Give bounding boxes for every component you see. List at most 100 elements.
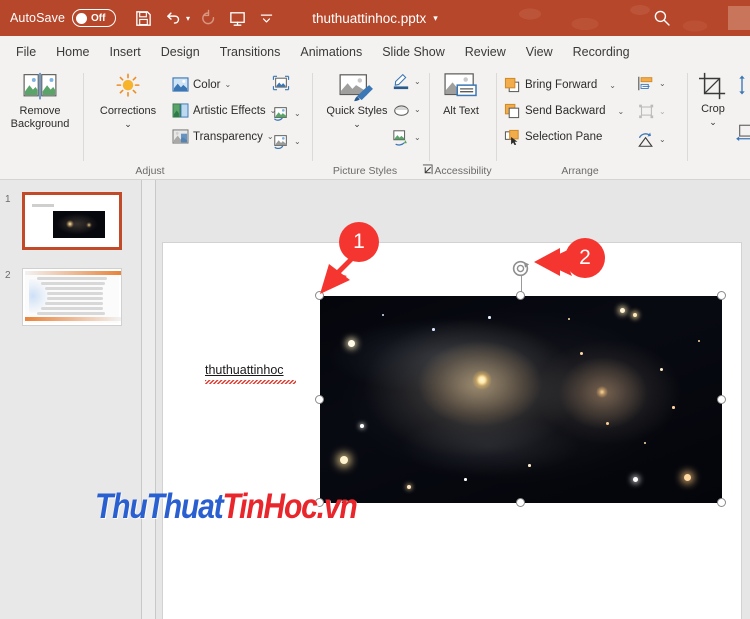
star: [672, 406, 675, 409]
color-caret[interactable]: ⌄: [224, 80, 231, 89]
picture-layout-icon: [393, 130, 407, 146]
rotate-icon: [638, 132, 653, 147]
slide-thumbnail-pane[interactable]: 1 2: [0, 180, 142, 619]
picture-layout-button[interactable]: ⌄: [392, 129, 421, 146]
color-button[interactable]: Color ⌄: [172, 77, 231, 92]
resize-handle-bottom-right[interactable]: [717, 498, 726, 507]
corrections-button[interactable]: Corrections ⌄: [92, 72, 164, 130]
remove-background-button[interactable]: Remove Background: [4, 72, 76, 130]
tab-animations[interactable]: Animations: [290, 41, 372, 63]
resize-handle-middle-left[interactable]: [315, 395, 324, 404]
tab-view[interactable]: View: [516, 41, 563, 63]
bring-forward-caret[interactable]: ⌄: [609, 81, 616, 90]
rotate-objects-button[interactable]: ⌄: [637, 131, 666, 148]
selection-pane-label: Selection Pane: [525, 131, 603, 143]
picture-layout-caret[interactable]: ⌄: [414, 133, 421, 142]
resize-handle-top-center[interactable]: [516, 291, 525, 300]
tab-file[interactable]: File: [6, 41, 46, 63]
undo-icon[interactable]: [159, 5, 185, 31]
align-caret[interactable]: ⌄: [659, 79, 666, 88]
artistic-effects-button[interactable]: Artistic Effects ⌄: [172, 103, 276, 118]
picture-border-button[interactable]: ⌄: [392, 73, 421, 90]
remove-background-icon: [23, 72, 57, 100]
quick-styles-caret[interactable]: ⌄: [353, 118, 361, 131]
reset-picture-caret[interactable]: ⌄: [294, 137, 301, 146]
crop-label: Crop: [701, 103, 725, 115]
crop-caret[interactable]: ⌄: [709, 116, 717, 129]
autosave-label: AutoSave: [10, 11, 66, 25]
resize-handle-bottom-center[interactable]: [516, 498, 525, 507]
send-backward-caret[interactable]: ⌄: [618, 107, 625, 116]
document-title[interactable]: thuthuattinhoc.pptx: [312, 11, 426, 26]
change-picture-button[interactable]: ⌄: [272, 105, 301, 121]
picture-effects-button[interactable]: ⌄: [392, 101, 421, 118]
align-objects-button[interactable]: ⌄: [637, 75, 666, 92]
rotate-caret[interactable]: ⌄: [659, 135, 666, 144]
rotation-handle[interactable]: [510, 258, 531, 279]
alt-text-button[interactable]: Alt Text: [427, 72, 495, 118]
tab-review[interactable]: Review: [455, 41, 516, 63]
artistic-effects-label: Artistic Effects: [193, 104, 266, 117]
galaxy-picture[interactable]: [315, 260, 726, 507]
star: [606, 422, 609, 425]
slide-textbox[interactable]: thuthuattinhoc: [205, 363, 284, 377]
powerpoint-window: AutoSave Off ▾ thuthuattinhoc.pptx ▾ Fil…: [0, 0, 750, 619]
resize-handle-top-left[interactable]: [315, 291, 324, 300]
title-bar: AutoSave Off ▾ thuthuattinhoc.pptx ▾: [0, 0, 750, 36]
reset-picture-button[interactable]: ⌄: [272, 133, 301, 149]
tab-transitions[interactable]: Transitions: [210, 41, 291, 63]
star: [464, 478, 467, 481]
compress-pictures-button[interactable]: [272, 75, 290, 91]
send-backward-button[interactable]: Send Backward ⌄: [504, 103, 624, 119]
tab-recording[interactable]: Recording: [563, 41, 640, 63]
transparency-button[interactable]: Transparency ⌄: [172, 129, 274, 144]
thumb2-footer-band: [25, 317, 121, 321]
document-title-caret[interactable]: ▾: [433, 13, 438, 23]
customize-quick-access-toolbar-icon[interactable]: [253, 5, 279, 31]
ribbon-group-adjust: Remove Background Corrections ⌄ Color ⌄: [0, 67, 312, 180]
thumb-galaxy-image: [53, 211, 105, 238]
transparency-icon: [172, 129, 189, 144]
picture-border-caret[interactable]: ⌄: [414, 77, 421, 86]
star: [633, 477, 638, 482]
save-icon[interactable]: [130, 5, 156, 31]
watermark: ThuThuatTinHoc.vn: [95, 487, 358, 527]
redo-icon[interactable]: [195, 5, 221, 31]
tab-design[interactable]: Design: [151, 41, 210, 63]
resize-handle-top-right[interactable]: [717, 291, 726, 300]
alt-text-label: Alt Text: [443, 105, 479, 117]
tab-slide-show[interactable]: Slide Show: [372, 41, 455, 63]
thumb2-row: [41, 307, 103, 310]
bring-forward-button[interactable]: Bring Forward ⌄: [504, 77, 616, 93]
autosave-toggle[interactable]: Off: [72, 9, 117, 27]
slide-thumbnail-2[interactable]: 2: [5, 268, 122, 326]
selection-pane-button[interactable]: Selection Pane: [504, 129, 602, 145]
pane-splitter[interactable]: [142, 180, 156, 619]
thumb2-row: [41, 282, 105, 285]
thumb2-row: [47, 292, 103, 295]
crop-button[interactable]: Crop ⌄: [684, 72, 742, 128]
corrections-caret[interactable]: ⌄: [124, 118, 132, 131]
shape-width-field[interactable]: [736, 123, 750, 141]
selection-pane-icon: [504, 129, 519, 145]
color-label: Color: [193, 78, 221, 91]
start-presentation-icon[interactable]: [224, 5, 250, 31]
alt-text-icon: [444, 73, 477, 97]
search-icon[interactable]: [652, 8, 672, 33]
tab-insert[interactable]: Insert: [100, 41, 151, 63]
slide-thumbnail-1[interactable]: 1: [5, 192, 122, 250]
shape-height-field[interactable]: [736, 75, 748, 95]
galaxy-image: [320, 296, 722, 503]
autosave-toggle-knob: [76, 12, 88, 24]
picture-effects-caret[interactable]: ⌄: [414, 105, 421, 114]
avatar[interactable]: [728, 6, 750, 30]
quick-styles-button[interactable]: Quick Styles ⌄: [318, 72, 396, 130]
star: [432, 328, 435, 331]
star: [340, 456, 348, 464]
undo-dropdown-caret[interactable]: ▾: [186, 14, 190, 23]
resize-handle-middle-right[interactable]: [717, 395, 726, 404]
star: [684, 474, 691, 481]
change-picture-caret[interactable]: ⌄: [294, 109, 301, 118]
tab-home[interactable]: Home: [46, 41, 99, 63]
corrections-label: Corrections: [99, 105, 157, 117]
